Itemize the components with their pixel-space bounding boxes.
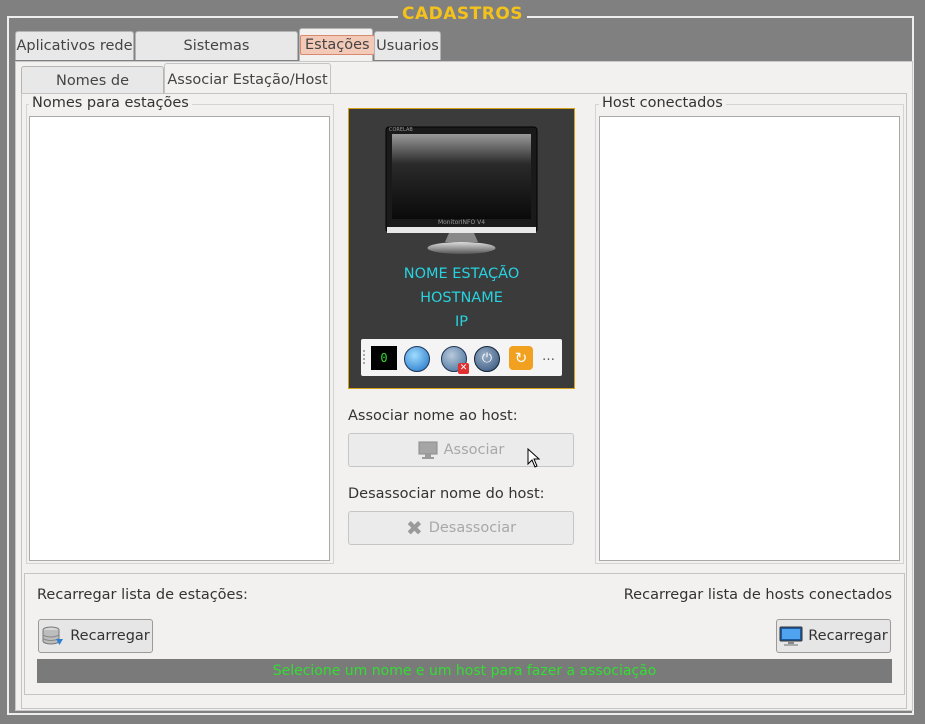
database-reload-icon — [42, 626, 64, 645]
station-names-list[interactable] — [29, 116, 330, 561]
reload-hosts-button-label: Recarregar — [808, 628, 888, 644]
reload-stations-button-label: Recarregar — [70, 628, 150, 644]
refresh-icon[interactable]: ↻ — [509, 346, 533, 370]
browser-icon[interactable] — [404, 346, 430, 372]
status-bar: Selecione um nome e um host para fazer a… — [37, 659, 892, 683]
tab-nomes-de-estacoes[interactable]: Nomes de estações — [21, 66, 164, 118]
tab-aplicativos-rede[interactable]: Aplicativos rede — [15, 31, 134, 60]
station-hostname: HOSTNAME — [420, 290, 503, 306]
tab-usuarios[interactable]: Usuarios — [374, 31, 441, 60]
associate-label: Associar nome ao host: — [348, 408, 518, 424]
counter-display: 0 — [371, 346, 397, 370]
right-group-label: Host conectados — [599, 95, 726, 111]
associate-button-label: Associar — [443, 442, 505, 458]
monitor-small-label: CORELAB — [389, 127, 413, 133]
monitor-brand-label: MonitorINFO V4 — [437, 219, 486, 226]
dissociate-button[interactable]: ✖ Desassociar — [348, 511, 574, 545]
station-ip: IP — [454, 314, 469, 330]
monitor-icon — [385, 126, 538, 254]
toolbar-grip[interactable] — [363, 350, 367, 364]
connected-hosts-list[interactable] — [599, 116, 900, 561]
tab-sistemas-operacionais[interactable]: Sistemas Operacionais — [135, 31, 298, 83]
close-icon: ✖ — [405, 516, 423, 540]
station-name: NOME ESTAÇÃO — [403, 266, 520, 282]
power-icon[interactable]: ⏻ — [474, 346, 500, 372]
reload-hosts-label: Recarregar lista de hosts conectados — [623, 587, 892, 603]
dissociate-label: Desassociar nome do host: — [348, 486, 545, 502]
window-title: CADASTROS — [0, 4, 925, 24]
mouse-cursor-icon — [527, 448, 541, 468]
monitor-reload-icon — [779, 626, 803, 646]
tab-estacoes[interactable]: Estações — [299, 28, 375, 61]
reload-hosts-button[interactable]: Recarregar — [776, 619, 891, 653]
more-icon[interactable]: … — [542, 349, 555, 364]
reload-stations-button[interactable]: Recarregar — [38, 619, 153, 653]
tab-estacoes-label: Estações — [300, 35, 375, 55]
dissociate-button-label: Desassociar — [428, 520, 517, 536]
tab-associar-estacao-host[interactable]: Associar Estação/Host — [164, 63, 331, 95]
station-card: CORELAB MonitorINFO V4 NOME ESTAÇÃO HOST… — [348, 108, 575, 389]
monitor-small-icon — [418, 441, 438, 459]
left-group-label: Nomes para estações — [29, 95, 192, 111]
station-toolbar: 0 ✕ ⏻ ↻ … — [361, 339, 562, 376]
browser-blocked-icon[interactable]: ✕ — [441, 346, 469, 374]
reload-stations-label: Recarregar lista de estações: — [37, 587, 248, 603]
